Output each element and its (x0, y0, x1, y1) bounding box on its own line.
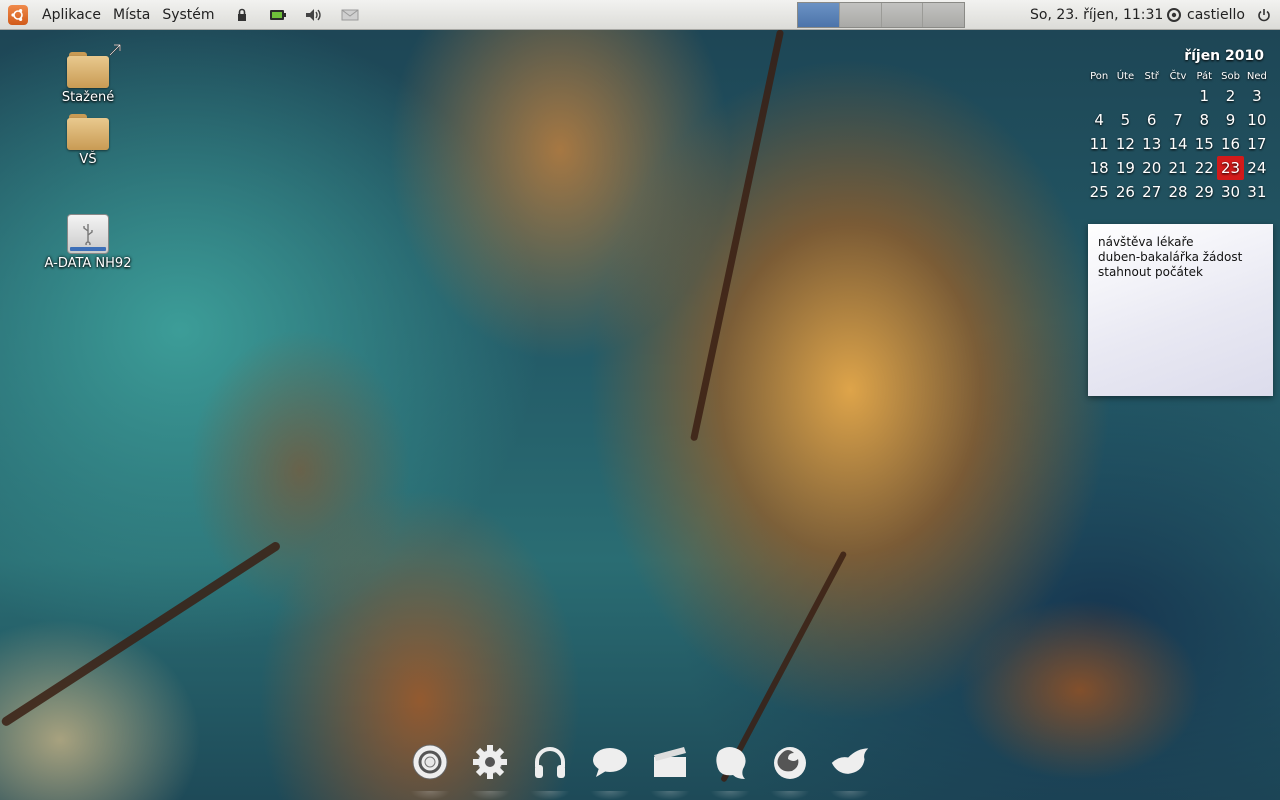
headphones-icon[interactable] (530, 740, 570, 784)
workspace-1[interactable] (798, 3, 840, 27)
calendar-day-today[interactable]: 23 (1217, 156, 1244, 180)
calendar-weekday: Sob (1221, 70, 1240, 82)
desktop-icon-label: A-DATA NH92 (44, 256, 132, 271)
calendar-day[interactable]: 5 (1112, 108, 1138, 132)
workspace-switcher[interactable] (797, 2, 965, 28)
folder-link-icon (67, 44, 121, 88)
calendar-day (1086, 84, 1112, 108)
menu-system[interactable]: Systém (156, 7, 220, 23)
firefox-icon[interactable] (770, 740, 810, 784)
desktop-icon-stazene[interactable]: Stažené (33, 44, 143, 105)
sticky-note-line: návštěva lékaře (1098, 235, 1194, 249)
calendar-month-title: říjen 2010 (1184, 48, 1264, 64)
usb-drive-icon (67, 214, 109, 254)
calendar-weekday: Pát (1196, 70, 1213, 82)
lock-icon[interactable] (233, 6, 251, 24)
mail-icon[interactable] (341, 6, 359, 24)
calendar-day[interactable]: 11 (1086, 132, 1112, 156)
menu-places[interactable]: Místa (107, 7, 156, 23)
sticky-note-line: stahnout počátek (1098, 265, 1203, 279)
workspace-4[interactable] (923, 3, 964, 27)
calendar-day[interactable]: 20 (1139, 156, 1165, 180)
folder-icon (67, 114, 109, 150)
workspace-3[interactable] (881, 3, 924, 27)
calendar-day[interactable]: 14 (1165, 132, 1191, 156)
top-panel: Aplikace Místa Systém So, 23. říjen, 11:… (0, 0, 1280, 30)
wallpaper-branch (690, 29, 785, 442)
calendar-day[interactable]: 3 (1244, 84, 1270, 108)
calendar-day[interactable]: 9 (1217, 108, 1243, 132)
calendar-day[interactable]: 6 (1139, 108, 1165, 132)
volume-icon[interactable] (305, 6, 323, 24)
calendar-day[interactable]: 26 (1112, 180, 1138, 204)
desktop-icon-vs[interactable]: VŠ (33, 114, 143, 167)
desktop-wallpaper: Aplikace Místa Systém So, 23. říjen, 11:… (0, 0, 1280, 800)
calendar-day[interactable]: 25 (1086, 180, 1112, 204)
calendar-day[interactable]: 21 (1165, 156, 1191, 180)
chrome-icon[interactable] (410, 740, 450, 784)
calendar-day[interactable]: 27 (1139, 180, 1165, 204)
user-name: castiello (1187, 7, 1245, 23)
calendar-grid: Pon Úte Stř Čtv Pát Sob Ned 1 2 3 4 5 6 … (1086, 68, 1270, 204)
battery-icon[interactable] (269, 6, 287, 24)
ubuntu-logo-icon[interactable] (8, 4, 28, 25)
calendar-weekday: Pon (1090, 70, 1109, 82)
calendar-day (1165, 84, 1191, 108)
user-menu[interactable]: castiello (1166, 0, 1245, 30)
calendar-day[interactable]: 4 (1086, 108, 1112, 132)
calendar-day[interactable]: 2 (1217, 84, 1243, 108)
menu-applications[interactable]: Aplikace (36, 7, 107, 23)
panel-clock[interactable]: So, 23. říjen, 11:31 (1030, 0, 1163, 30)
calendar-weekday: Stř (1144, 70, 1159, 82)
calendar-day (1112, 84, 1138, 108)
dock-reflection (400, 791, 880, 800)
sticky-note[interactable]: návštěva lékaře duben-bakalářka žádost s… (1088, 224, 1273, 396)
clapperboard-icon[interactable] (650, 740, 690, 784)
calendar-day[interactable]: 18 (1086, 156, 1112, 180)
calendar-day[interactable]: 13 (1139, 132, 1165, 156)
desktop-icon-label: VŠ (79, 152, 97, 167)
calendar-weekday: Ned (1246, 70, 1267, 82)
calendar-widget: říjen 2010 Pon Úte Stř Čtv Pát Sob Ned 1… (1086, 48, 1270, 204)
chat-bubble-icon[interactable] (590, 740, 630, 784)
pidgin-icon[interactable] (710, 740, 750, 784)
calendar-weekday: Úte (1116, 70, 1135, 82)
calendar-day[interactable]: 22 (1191, 156, 1217, 180)
calendar-day[interactable]: 15 (1191, 132, 1217, 156)
desktop-icon-usb-drive[interactable]: A-DATA NH92 (33, 214, 143, 271)
calendar-day[interactable]: 7 (1165, 108, 1191, 132)
user-chat-status-icon (1167, 8, 1181, 22)
calendar-day[interactable]: 19 (1112, 156, 1138, 180)
power-icon[interactable] (1255, 6, 1273, 24)
calendar-day[interactable]: 31 (1244, 180, 1270, 204)
calendar-weekday: Čtv (1169, 70, 1187, 82)
calendar-day[interactable]: 16 (1217, 132, 1243, 156)
thunderbird-icon[interactable] (830, 740, 870, 784)
calendar-day[interactable]: 30 (1217, 180, 1243, 204)
calendar-day[interactable]: 1 (1191, 84, 1217, 108)
calendar-day (1139, 84, 1165, 108)
settings-gear-icon[interactable] (470, 740, 510, 784)
calendar-day[interactable]: 17 (1244, 132, 1270, 156)
calendar-day[interactable]: 8 (1191, 108, 1217, 132)
sticky-note-line: duben-bakalářka žádost (1098, 250, 1243, 264)
calendar-day[interactable]: 29 (1191, 180, 1217, 204)
calendar-day[interactable]: 10 (1244, 108, 1270, 132)
calendar-day[interactable]: 12 (1112, 132, 1138, 156)
calendar-day[interactable]: 28 (1165, 180, 1191, 204)
wallpaper-branch (0, 540, 282, 728)
calendar-day[interactable]: 24 (1244, 156, 1270, 180)
workspace-2[interactable] (839, 3, 882, 27)
desktop-icon-label: Stažené (61, 90, 115, 105)
